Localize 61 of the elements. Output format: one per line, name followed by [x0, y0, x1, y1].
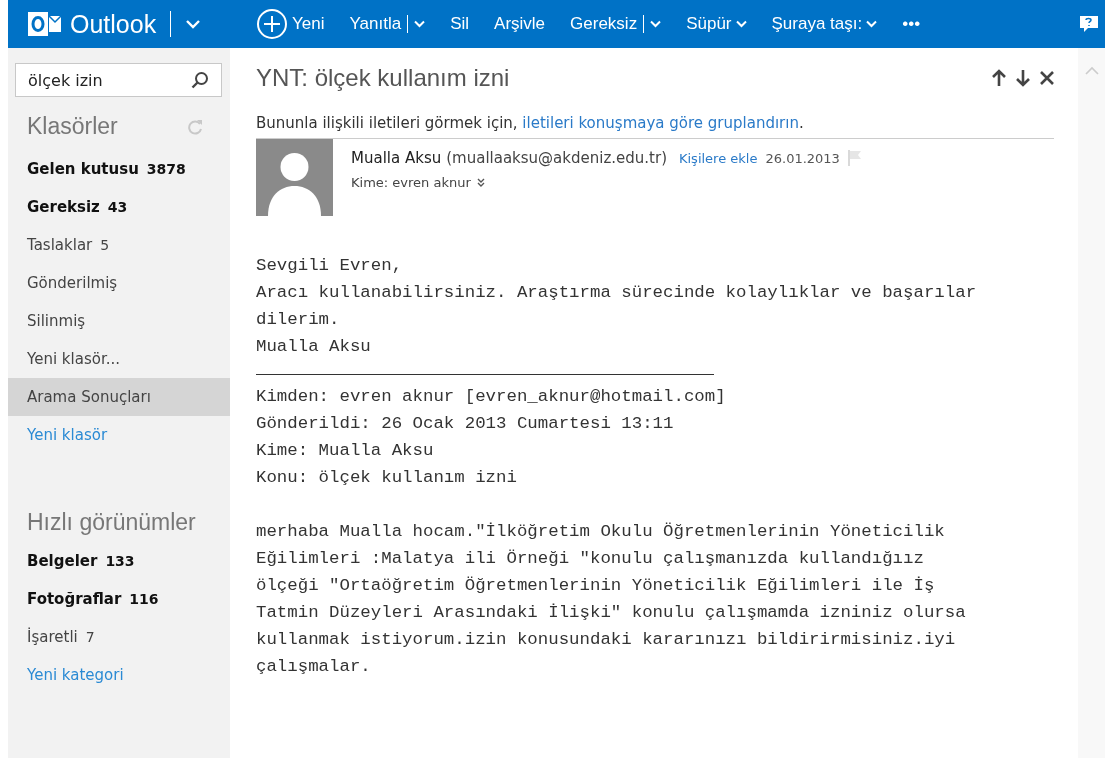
- quoted-header-line: Konu: ölçek kullanım izni: [256, 467, 518, 489]
- body-line: ölçeği "Ortaöğretim Öğretmenlerinin Yöneticilik Eğilimleri ile İş: [256, 575, 936, 597]
- chevron-down-icon[interactable]: [185, 19, 202, 29]
- app-name[interactable]: Outlook: [70, 9, 157, 39]
- add-contact-link[interactable]: Kişilere ekle: [679, 150, 758, 166]
- toolbar-button[interactable]: Yeni: [256, 8, 325, 40]
- section-title: Klasörler: [27, 113, 118, 140]
- section-title: Hızlı görünümler: [27, 509, 196, 536]
- sender-email: (muallaaksu@akdeniz.edu.tr): [446, 149, 667, 167]
- toolbar-button[interactable]: Arşivle: [494, 14, 546, 34]
- arrow-down-icon[interactable]: [1016, 69, 1030, 87]
- toolbar-button[interactable]: Süpür: [686, 14, 747, 34]
- body-line: Mualla Aksu: [256, 336, 372, 358]
- quoted-header-line: Kimden: evren aknur [evren_aknur@hotmail.com]: [256, 386, 727, 408]
- quoted-header-line: Gönderildi: 26 Ocak 2013 Cumartesi 13:11: [256, 413, 675, 435]
- new-folder-link[interactable]: Yeni kategori: [8, 656, 230, 694]
- toolbar-button[interactable]: Şuraya taşı:: [771, 14, 878, 34]
- caret-icon: [650, 20, 662, 28]
- scrollbar[interactable]: [1078, 48, 1105, 758]
- body-line: merhaba Mualla hocam."İlköğretim Okulu Öğretmenlerinin Yöneticilik: [256, 521, 946, 543]
- body-line: Eğilimleri :Malatya ili Örneği "konulu çalışmanızda kullandığıız: [256, 548, 925, 570]
- toolbar-button[interactable]: •••: [902, 14, 921, 34]
- folder-item[interactable]: Arama Sonuçları: [8, 378, 230, 416]
- body-line: kullanmak istiyorum.izin konusundaki kararınızı bildirirmisiniz.iyi: [256, 629, 957, 651]
- body-line: dilerim.: [256, 309, 341, 331]
- caret-icon: [866, 20, 878, 28]
- body-line: Sevgili Evren,: [256, 255, 404, 277]
- close-icon[interactable]: [1040, 71, 1054, 85]
- plus-circle-icon: [256, 8, 288, 40]
- caret-icon: [735, 20, 747, 28]
- new-folder-link[interactable]: Yeni klasör: [8, 416, 230, 454]
- folder-item[interactable]: Gereksiz 43: [8, 188, 230, 226]
- folder-item[interactable]: İşaretli 7: [8, 618, 230, 656]
- message-subject: YNT: ölçek kullanım izni: [256, 64, 510, 92]
- recipient-line: Kime: evren aknur: [351, 175, 471, 190]
- grouping-notice: Bununla ilişkili iletileri görmek için, iletileri konuşmaya göre gruplandırın.: [256, 114, 1054, 139]
- group-link[interactable]: iletileri konuşmaya göre gruplandırın: [522, 114, 799, 132]
- toolbar-button[interactable]: Gereksiz: [570, 14, 662, 34]
- arrow-up-icon[interactable]: [992, 69, 1006, 87]
- outlook-logo-icon: [28, 10, 62, 38]
- body-line: Tatmin Düzeyleri Arasındaki İlişki" konulu çalışmamda izniniz olursa: [256, 602, 967, 624]
- folder-item[interactable]: Belgeler 133: [8, 542, 230, 580]
- folder-item[interactable]: Gönderilmiş: [8, 264, 230, 302]
- message-date: 26.01.2013: [765, 150, 840, 166]
- avatar-icon: [256, 139, 333, 216]
- caret-icon: [414, 20, 426, 28]
- folder-item[interactable]: Fotoğraflar 116: [8, 580, 230, 618]
- toolbar-button[interactable]: Yanıtla: [349, 14, 426, 34]
- toolbar-button[interactable]: Sil: [450, 14, 470, 34]
- search-icon[interactable]: [191, 71, 209, 89]
- feedback-icon[interactable]: [1079, 14, 1099, 34]
- double-chevron-icon[interactable]: [476, 178, 485, 187]
- body-line: Aracı kullanabilirsiniz. Araştırma sürecinde kolaylıklar ve başarılar: [256, 282, 978, 304]
- folder-item[interactable]: Taslaklar 5: [8, 226, 230, 264]
- search-field[interactable]: ölçek izin: [15, 63, 222, 97]
- quoted-header-line: Kime: Mualla Aksu: [256, 440, 435, 462]
- folder-item[interactable]: Silinmiş: [8, 302, 230, 340]
- body-line: çalışmalar.: [256, 656, 372, 678]
- folder-item[interactable]: Yeni klasör...: [8, 340, 230, 378]
- folder-item[interactable]: Gelen kutusu 3878: [8, 150, 230, 188]
- sender-name: Mualla Aksu: [351, 149, 442, 167]
